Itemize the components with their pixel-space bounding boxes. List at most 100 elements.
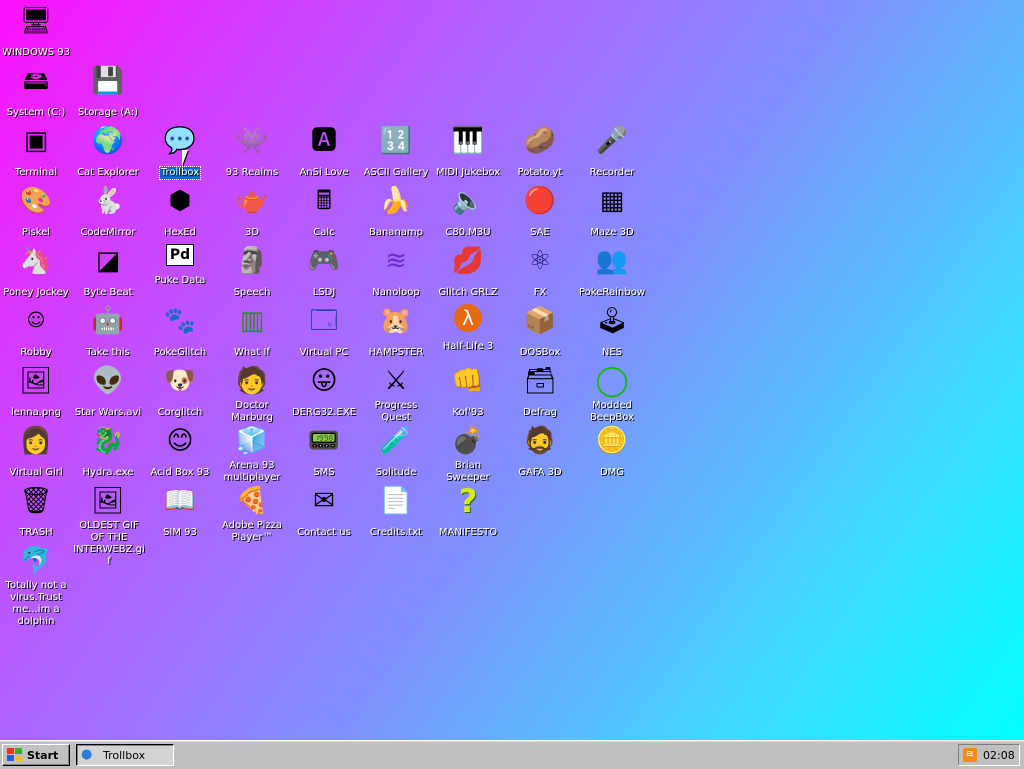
- striped-screen-icon: ▥: [239, 306, 265, 336]
- icon-c80-m3u[interactable]: 🔈 C80.M3U: [432, 184, 504, 239]
- palette-icon: 🎨: [19, 186, 53, 216]
- icon-corglitch[interactable]: 🐶 Corglitch: [144, 364, 216, 419]
- icon-speech[interactable]: 🗿 Speech: [216, 244, 288, 299]
- icon-codemirror[interactable]: 🐇 CodeMirror: [72, 184, 144, 239]
- rss-icon[interactable]: ≋: [963, 748, 977, 762]
- icon-label: System (C:): [6, 107, 66, 118]
- icon-label: Adobe Pizza Player™: [221, 520, 283, 543]
- icon-oldest-gif[interactable]: 🖼 OLDEST GIF OF THE INTERWEBZ.gif: [72, 484, 145, 568]
- icon-potato-yt[interactable]: 🥔 Potato.yt: [504, 124, 576, 179]
- icon-arena-93[interactable]: 🧊 Arena 93 multiplayer: [216, 424, 288, 484]
- icon-3d[interactable]: 🫖 3D: [216, 184, 288, 239]
- question-mark-icon: ?: [458, 482, 478, 520]
- icon-virtual-pc[interactable]: 🗔 Virtual PC: [288, 304, 360, 359]
- taskbar-item-trollbox[interactable]: ● Trollbox: [76, 744, 174, 766]
- icon-label: NES: [601, 347, 623, 358]
- icon-label: Brian Sweeper: [446, 460, 490, 483]
- icon-derg32-exe[interactable]: 😛 DERG32.EXE: [288, 364, 360, 419]
- icon-progress-quest[interactable]: ⚔ Progress Quest: [360, 364, 432, 424]
- icon-defrag[interactable]: 🗃 Defrag: [504, 364, 576, 419]
- icon-trash[interactable]: 🗑 TRASH: [0, 484, 72, 539]
- icon-gafa-3d[interactable]: 🧔 GAFA 3D: [504, 424, 576, 479]
- icon-dmg[interactable]: 🪙 DMG: [576, 424, 648, 479]
- icon-byte-beat[interactable]: ◪ Byte Beat: [72, 244, 144, 299]
- corgi-icon: 🐶: [163, 366, 197, 396]
- icon-dosbox[interactable]: 📦 DOSBox: [504, 304, 576, 359]
- icon-recorder[interactable]: 🎤 Recorder: [576, 124, 648, 179]
- icon-piskel[interactable]: 🎨 Piskel: [0, 184, 72, 239]
- icon-terminal[interactable]: ▣ Terminal: [0, 124, 72, 179]
- icon-hampster[interactable]: 🐹 HAMPSTER: [360, 304, 432, 359]
- console-icon: 🕹: [595, 306, 629, 336]
- icon-label: Potato.yt: [517, 167, 563, 178]
- icon-label: 93 Realms: [225, 167, 279, 178]
- icon-storage-a[interactable]: 💾 Storage (A:): [72, 64, 144, 119]
- icon-half-life-3[interactable]: λ Half-Life 3: [432, 304, 504, 353]
- rabbit-icon: 🐇: [91, 186, 125, 216]
- icon-label: Solitude: [375, 467, 417, 478]
- icon-nes[interactable]: 🕹 NES: [576, 304, 648, 359]
- sega-console-icon: 📟: [307, 426, 341, 456]
- icon-label: Piskel: [21, 227, 51, 238]
- taskbar-item-label: Trollbox: [103, 748, 146, 762]
- icon-label: Acid Box 93: [150, 467, 210, 478]
- icon-kof93[interactable]: 👊 Kof'93: [432, 364, 504, 419]
- icon-pokerainbow[interactable]: 👥 PokeRainbow: [576, 244, 648, 299]
- icon-solitude[interactable]: 🧪 Solitude: [360, 424, 432, 479]
- icon-label: Take this: [86, 347, 130, 358]
- icon-calc[interactable]: 🖩 Calc: [288, 184, 360, 239]
- icon-adobe-pizza-player[interactable]: 🍕 Adobe Pizza Player™: [216, 484, 288, 544]
- tongue-face-icon: 😛: [310, 366, 338, 396]
- icon-label: Half-Life 3: [442, 341, 494, 352]
- icon-label: CodeMirror: [80, 227, 136, 238]
- icon-bananamp[interactable]: 🍌 Bananamp: [360, 184, 432, 239]
- numbers-icon: 🔢: [379, 126, 413, 156]
- icon-puke-data[interactable]: Pd Puke Data: [144, 244, 216, 287]
- icon-nanoloop[interactable]: ≋ Nanoloop: [360, 244, 432, 299]
- icon-ascii-gallery[interactable]: 🔢 ASCII Gallery: [360, 124, 432, 179]
- icon-label: Contact us: [297, 527, 351, 538]
- icon-modded-beepbox[interactable]: ◯ Modded BeepBox: [576, 364, 648, 424]
- icon-sim-93[interactable]: 📖 SIM 93: [144, 484, 216, 539]
- icon-system-c[interactable]: 🖴 System (C:): [0, 64, 72, 119]
- icon-label: OLDEST GIF OF THE INTERWEBZ.gif: [73, 520, 145, 567]
- icon-acid-box-93[interactable]: 😊 Acid Box 93: [144, 424, 216, 479]
- icon-brian-sweeper[interactable]: 💣 Brian Sweeper: [432, 424, 504, 484]
- icon-93-realms[interactable]: 👾 93 Realms: [216, 124, 288, 179]
- computer-icon: 🖥: [19, 6, 53, 36]
- icon-contact-us[interactable]: ✉ Contact us: [288, 484, 360, 539]
- letter-a-icon: 🅰: [310, 126, 337, 156]
- icon-ansi-love[interactable]: 🅰 AnSi Love: [288, 124, 360, 179]
- icon-label: SAE: [530, 227, 550, 238]
- icon-doctor-marburg[interactable]: 🧑 Doctor Marburg: [216, 364, 288, 424]
- icon-take-this[interactable]: 🤖 Take this: [72, 304, 144, 359]
- icon-sae[interactable]: 🔴 SAE: [504, 184, 576, 239]
- icon-label: What If: [234, 347, 270, 358]
- icon-dolphin[interactable]: 🐬 Totally not a virus.Trust me...im a do…: [0, 544, 72, 628]
- icon-cat-explorer[interactable]: 🌍 Cat Explorer: [72, 124, 144, 179]
- icon-label: Nanoloop: [372, 287, 420, 298]
- icon-trollbox[interactable]: 💬 Trollbox: [144, 124, 216, 180]
- calculator-icon: 🖩: [316, 186, 332, 216]
- icon-robby[interactable]: ☺ Robby: [0, 304, 72, 359]
- icon-glitch-grlz[interactable]: 💋 Glitch GRLZ: [432, 244, 504, 299]
- icon-midi-jukebox[interactable]: 🎹 MIDI Jukebox: [432, 124, 504, 179]
- icon-hexed[interactable]: ⬢ HexEd: [144, 184, 216, 239]
- icon-fx[interactable]: ⚛ FX: [504, 244, 576, 299]
- icon-windows-93[interactable]: 🖥 WINDOWS 93: [0, 4, 72, 59]
- icon-hydra-exe[interactable]: 🐉 Hydra.exe: [72, 424, 144, 479]
- icon-credits-txt[interactable]: 📄 Credits.txt: [360, 484, 432, 539]
- icon-maze-3d[interactable]: ▦ Maze 3D: [576, 184, 648, 239]
- icon-star-wars-avi[interactable]: 👽 Star Wars.avi: [72, 364, 144, 419]
- icon-pokeglitch[interactable]: 🐾 PokeGlitch: [144, 304, 216, 359]
- atom-icon: ⚛: [528, 246, 552, 276]
- icon-virtual-girl[interactable]: 👩 Virtual Girl: [0, 424, 72, 479]
- start-button[interactable]: Start: [2, 744, 70, 766]
- icon-poney-jockey[interactable]: 🦄 Poney Jockey: [0, 244, 72, 299]
- icon-manifesto[interactable]: ? MANIFESTO: [432, 484, 504, 539]
- face-icon: 🗿: [235, 246, 269, 276]
- icon-lsdj[interactable]: 🎮 LSDJ: [288, 244, 360, 299]
- icon-what-if[interactable]: ▥ What If: [216, 304, 288, 359]
- icon-sms[interactable]: 📟 SMS: [288, 424, 360, 479]
- icon-lenna-png[interactable]: 🖼 lenna.png: [0, 364, 72, 419]
